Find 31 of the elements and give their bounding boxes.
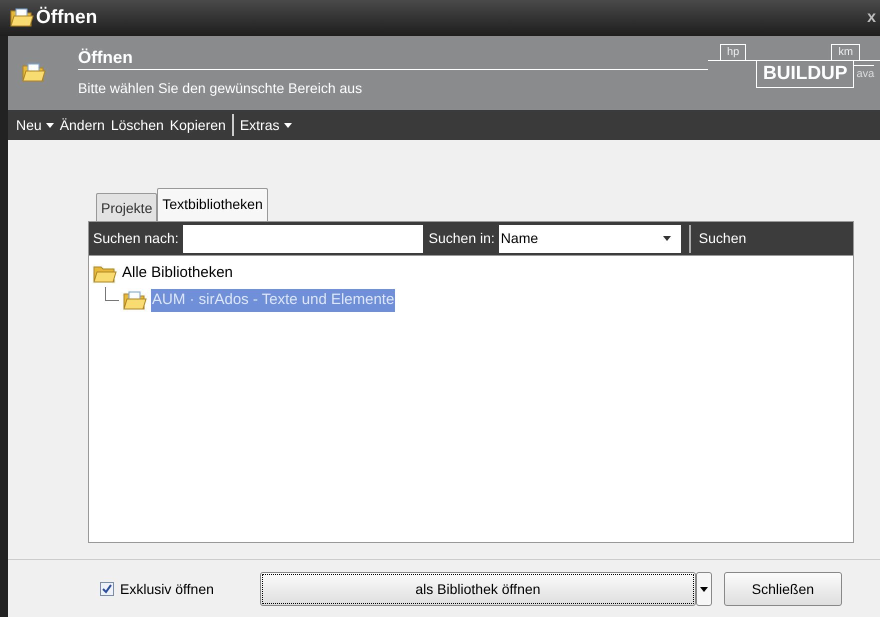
window-title: Öffnen xyxy=(36,6,98,30)
menu-button[interactable]: Löschen xyxy=(110,114,164,136)
menu-button[interactable]: Neu xyxy=(16,114,54,136)
caret-icon xyxy=(46,122,54,128)
app-icon xyxy=(10,8,34,28)
menu-button[interactable]: Ändern xyxy=(60,114,105,136)
search-field[interactable] xyxy=(182,224,423,252)
menu-button[interactable]: Kopieren xyxy=(170,114,226,136)
close-button[interactable]: x xyxy=(867,6,876,30)
menu-button[interactable]: Extras xyxy=(240,114,292,136)
search-label: Suchen nach: xyxy=(93,229,179,248)
header-title: Öffnen xyxy=(78,47,134,69)
folder-icon xyxy=(22,63,46,83)
dropdown-button[interactable] xyxy=(696,572,712,606)
folder-icon xyxy=(123,290,147,310)
header-subtitle: Bitte wählen Sie den gewünschte Bereich aus xyxy=(78,79,364,98)
caret-icon xyxy=(662,236,671,241)
tab[interactable]: Textbibliotheken xyxy=(157,188,268,221)
search-button[interactable]: Suchen xyxy=(698,228,746,249)
open-button[interactable]: als Bibliothek öffnen xyxy=(260,572,696,606)
logo: hp km BUILDUP ava xyxy=(708,44,880,88)
tree-item[interactable]: Alle Bibliotheken xyxy=(121,262,234,285)
folder-icon xyxy=(93,264,117,284)
close-dialog-button[interactable]: Schließen xyxy=(724,572,842,606)
caret-icon xyxy=(700,586,708,592)
checkbox[interactable] xyxy=(100,582,114,596)
checkbox-label: Exklusiv öffnen xyxy=(120,580,214,598)
caret-icon xyxy=(284,122,292,128)
tab[interactable]: Projekte xyxy=(96,193,158,221)
search-in-label: Suchen in: xyxy=(428,229,495,248)
search-in-dropdown[interactable]: Name xyxy=(498,224,681,252)
